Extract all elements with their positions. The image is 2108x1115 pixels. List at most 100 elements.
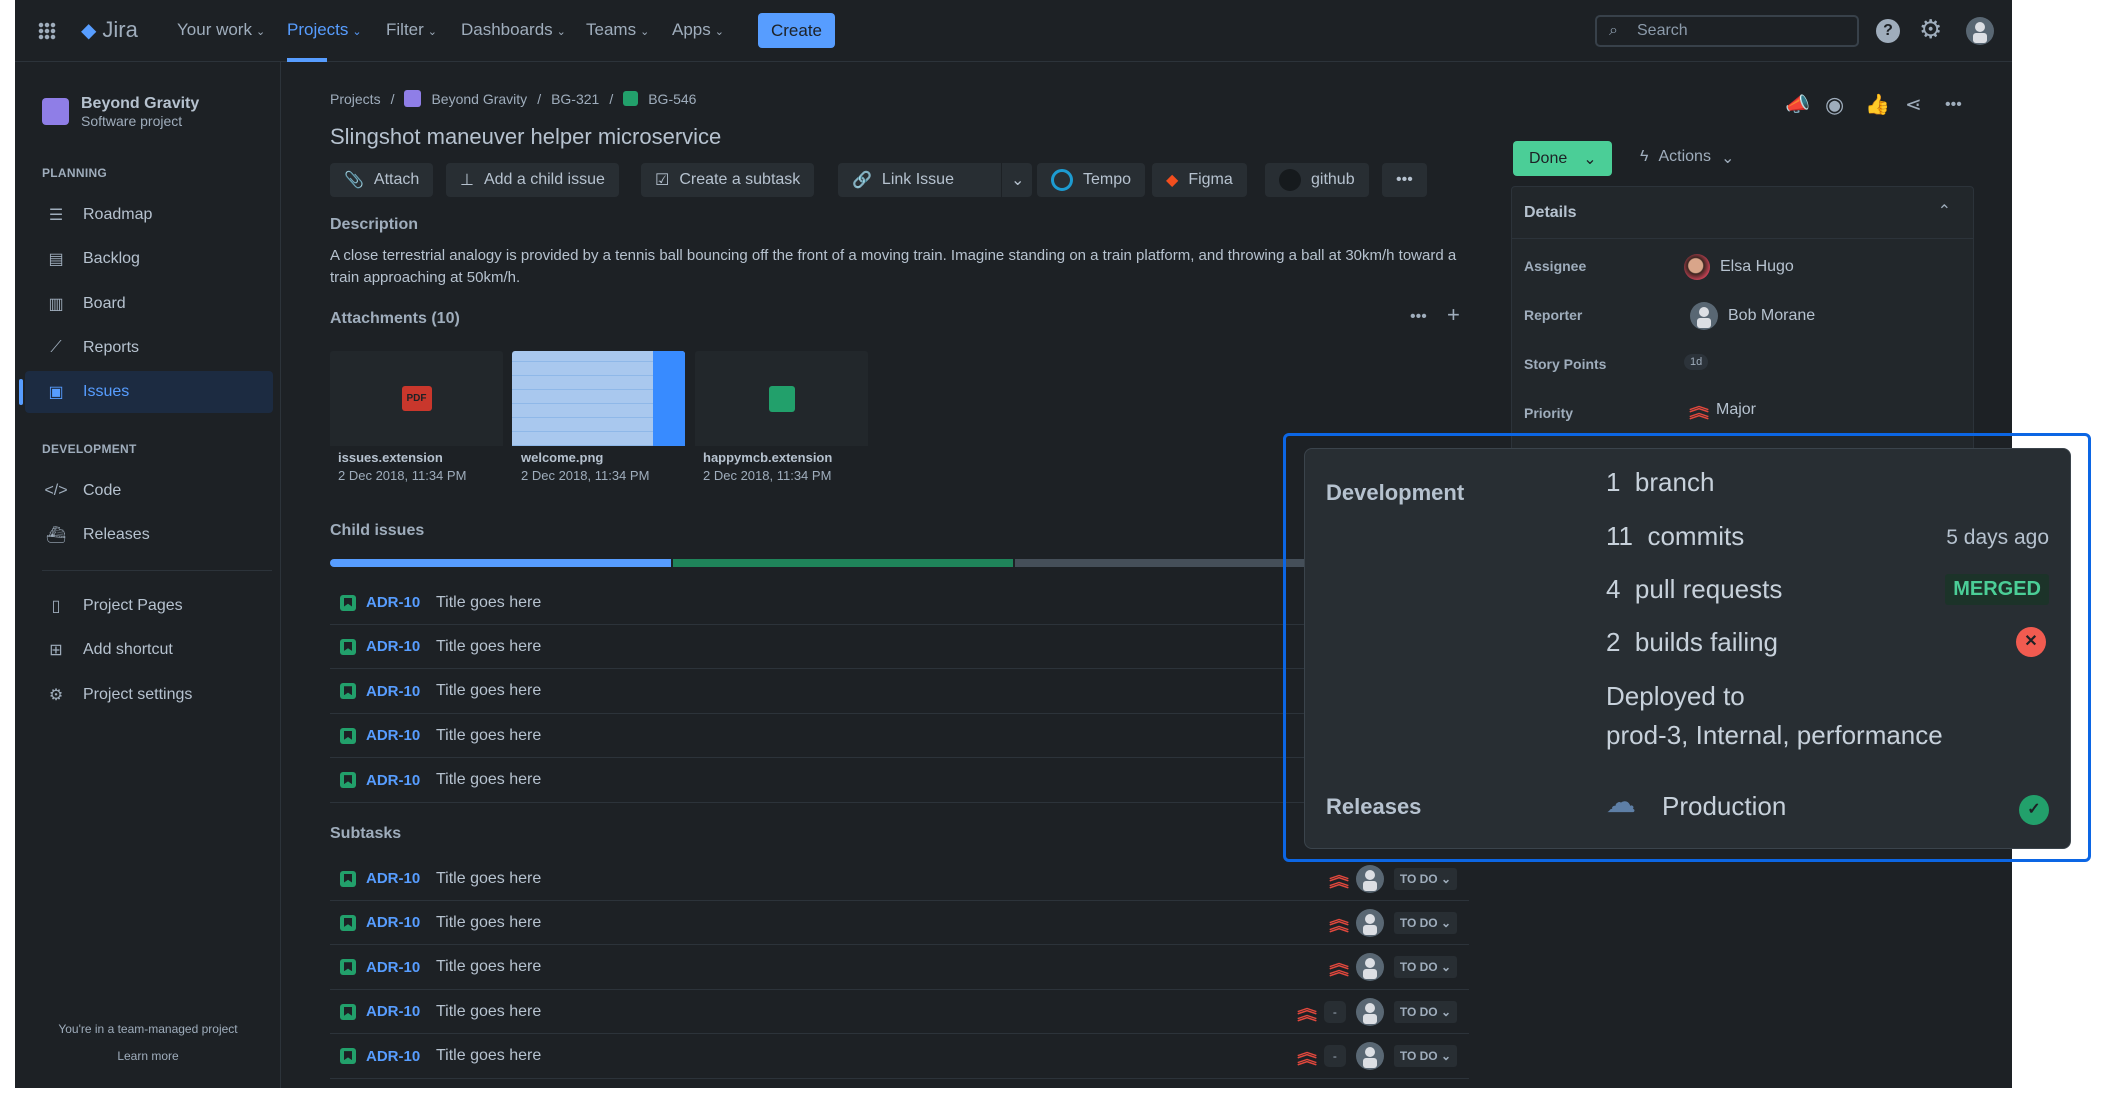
issue-row[interactable]: ADR-10 Title goes here ︽ ︽ TO DO ⌄ — [330, 946, 1469, 990]
issue-title[interactable]: Title goes here — [436, 771, 541, 789]
issue-title[interactable]: Title goes here — [436, 1047, 541, 1065]
issue-key[interactable]: ADR-10 — [366, 1048, 436, 1065]
sidebar-item-add-shortcut[interactable]: ⊞ Add shortcut — [25, 629, 273, 671]
details-header[interactable]: Details ⌃ — [1512, 187, 1973, 239]
nav-apps[interactable]: Apps ⌄ — [672, 20, 724, 40]
branch-link[interactable]: 1 branch — [1606, 467, 1714, 498]
status-dropdown[interactable]: TO DO ⌄ — [1393, 867, 1457, 890]
description-text[interactable]: A close terrestrial analogy is provided … — [330, 245, 1480, 289]
commits-link[interactable]: 11 commits — [1606, 521, 1744, 552]
attachments-more-icon[interactable]: ••• — [1410, 308, 1427, 326]
assignee-avatar[interactable] — [1355, 908, 1384, 937]
issue-key[interactable]: ADR-10 — [366, 959, 436, 976]
breadcrumb-project[interactable]: Beyond Gravity — [431, 91, 527, 107]
issue-title[interactable]: Title goes here — [436, 914, 541, 932]
help-icon[interactable]: ? — [1876, 19, 1900, 43]
status-dropdown[interactable]: TO DO ⌄ — [1393, 911, 1457, 934]
nav-projects[interactable]: Projects ⌄ — [287, 20, 362, 40]
pull-requests-link[interactable]: 4 pull requests — [1606, 574, 1782, 605]
nav-teams[interactable]: Teams ⌄ — [586, 20, 649, 40]
create-button[interactable]: Create — [758, 13, 835, 48]
issue-key[interactable]: ADR-10 — [366, 870, 436, 887]
issue-key[interactable]: ADR-10 — [366, 683, 436, 700]
status-dropdown[interactable]: TO DO ⌄ — [1393, 1045, 1457, 1068]
breadcrumb-issue[interactable]: BG-546 — [648, 91, 696, 107]
estimate-badge[interactable]: - — [1323, 1000, 1346, 1023]
estimate-badge[interactable]: - — [1323, 1045, 1346, 1068]
issue-row[interactable]: ADR-10 Title goes here ︽ ︽ - TO DO ⌄ — [330, 1035, 1469, 1079]
issue-row[interactable]: ADR-10 Title goes here ︽ ︽ - TO DO ⌄ — [330, 990, 1469, 1035]
issue-key[interactable]: ADR-10 — [366, 727, 436, 744]
create-subtask-button[interactable]: ☑ Create a subtask — [641, 163, 815, 197]
assignee-avatar[interactable] — [1355, 997, 1384, 1026]
deployed-environments[interactable]: prod-3, Internal, performance — [1606, 720, 1943, 751]
jira-logo[interactable]: ◆ Jira — [81, 17, 138, 43]
attachment-thumb-pdf[interactable]: PDF — [330, 351, 503, 446]
watch-eye-icon[interactable]: ◉ — [1825, 92, 1844, 118]
user-avatar[interactable] — [1966, 17, 1994, 45]
nav-filter[interactable]: Filter ⌄ — [386, 20, 437, 40]
more-icon[interactable]: ••• — [1945, 96, 1962, 114]
breadcrumb-parent[interactable]: BG-321 — [551, 91, 599, 107]
sidebar-item-board[interactable]: ▥ Board — [25, 283, 273, 325]
sidebar-item-reports[interactable]: ⟋ Reports — [25, 327, 273, 369]
issue-title[interactable]: Title goes here — [436, 682, 541, 700]
priority-field[interactable]: ︽ ︽ Major — [1689, 399, 1756, 420]
add-child-issue-button[interactable]: ⊥ Add a child issue — [446, 163, 619, 197]
issue-row[interactable]: ADR-10 Title goes here ︽ ︽ TO DO ⌄ — [330, 901, 1469, 946]
nav-dashboards[interactable]: Dashboards ⌄ — [461, 20, 566, 40]
issue-title[interactable]: Title goes here — [436, 958, 541, 976]
issue-title[interactable]: Title goes here — [436, 870, 541, 888]
sidebar-item-project-pages[interactable]: ▯ Project Pages — [25, 585, 273, 627]
add-attachment-icon[interactable]: + — [1447, 302, 1460, 328]
issue-key[interactable]: ADR-10 — [366, 594, 436, 611]
status-dropdown[interactable]: TO DO ⌄ — [1393, 956, 1457, 979]
sidebar-item-backlog[interactable]: ▤ Backlog — [25, 238, 273, 280]
sidebar-item-roadmap[interactable]: ☰ Roadmap — [25, 194, 273, 236]
share-icon[interactable]: ⋖ — [1905, 92, 1922, 117]
github-button[interactable]: github — [1265, 163, 1369, 197]
attachment-thumb-image[interactable] — [512, 351, 685, 446]
issue-title[interactable]: Title goes here — [436, 638, 541, 656]
actions-button[interactable]: ϟ Actions ⌄ — [1640, 148, 1734, 168]
attachment-name[interactable]: issues.extension — [338, 450, 443, 465]
issue-title[interactable]: Title goes here — [436, 1003, 541, 1021]
tempo-button[interactable]: Tempo — [1037, 163, 1146, 197]
issue-title[interactable]: Slingshot maneuver helper microservice — [330, 124, 721, 150]
builds-link[interactable]: 2 builds failing — [1606, 627, 1778, 658]
sidebar-item-releases[interactable]: ⛴ Releases — [25, 514, 273, 556]
reporter-field[interactable]: Bob Morane — [1690, 302, 1815, 330]
status-dropdown[interactable]: TO DO ⌄ — [1393, 1000, 1457, 1023]
feedback-icon[interactable]: 📣 — [1785, 92, 1810, 117]
breadcrumb-projects[interactable]: Projects — [330, 91, 381, 107]
settings-gear-icon[interactable]: ⚙ — [1919, 14, 1942, 45]
sidebar-item-issues[interactable]: ▣ Issues — [19, 371, 273, 413]
assignee-avatar[interactable] — [1355, 1042, 1384, 1071]
issue-title[interactable]: Title goes here — [436, 727, 541, 745]
like-thumb-icon[interactable]: 👍 — [1865, 92, 1890, 117]
learn-more-link[interactable]: Learn more — [15, 1049, 281, 1063]
app-switcher-icon[interactable] — [38, 22, 56, 40]
attach-button[interactable]: 📎 Attach — [330, 163, 434, 197]
issue-key[interactable]: ADR-10 — [366, 1003, 436, 1020]
assignee-avatar[interactable] — [1355, 953, 1384, 982]
link-issue-dropdown[interactable]: ⌄ — [1002, 163, 1032, 197]
attachment-name[interactable]: welcome.png — [521, 450, 603, 465]
nav-your-work[interactable]: Your work ⌄ — [177, 20, 265, 40]
attachment-name[interactable]: happymcb.extension — [703, 450, 832, 465]
assignee-field[interactable]: Elsa Hugo — [1684, 254, 1794, 280]
sidebar-item-project-settings[interactable]: ⚙ Project settings — [25, 674, 273, 716]
assignee-avatar[interactable] — [1355, 864, 1384, 893]
issue-key[interactable]: ADR-10 — [366, 914, 436, 931]
sidebar-item-code[interactable]: </> Code — [25, 470, 273, 512]
issue-key[interactable]: ADR-10 — [366, 638, 436, 655]
status-done-button[interactable]: Done ⌄ — [1513, 141, 1612, 176]
attachment-thumb-sheet[interactable] — [695, 351, 868, 446]
story-points-field[interactable]: 1d — [1684, 354, 1709, 370]
release-production-link[interactable]: Production — [1662, 791, 1786, 822]
issue-row[interactable]: ADR-10 Title goes here ︽ ︽ TO DO ⌄ — [330, 857, 1469, 901]
search-input[interactable]: ⌕ Search — [1595, 15, 1859, 47]
figma-button[interactable]: ◆ Figma — [1152, 163, 1247, 197]
more-toolbar-button[interactable]: ••• — [1382, 163, 1427, 197]
issue-key[interactable]: ADR-10 — [366, 772, 436, 789]
